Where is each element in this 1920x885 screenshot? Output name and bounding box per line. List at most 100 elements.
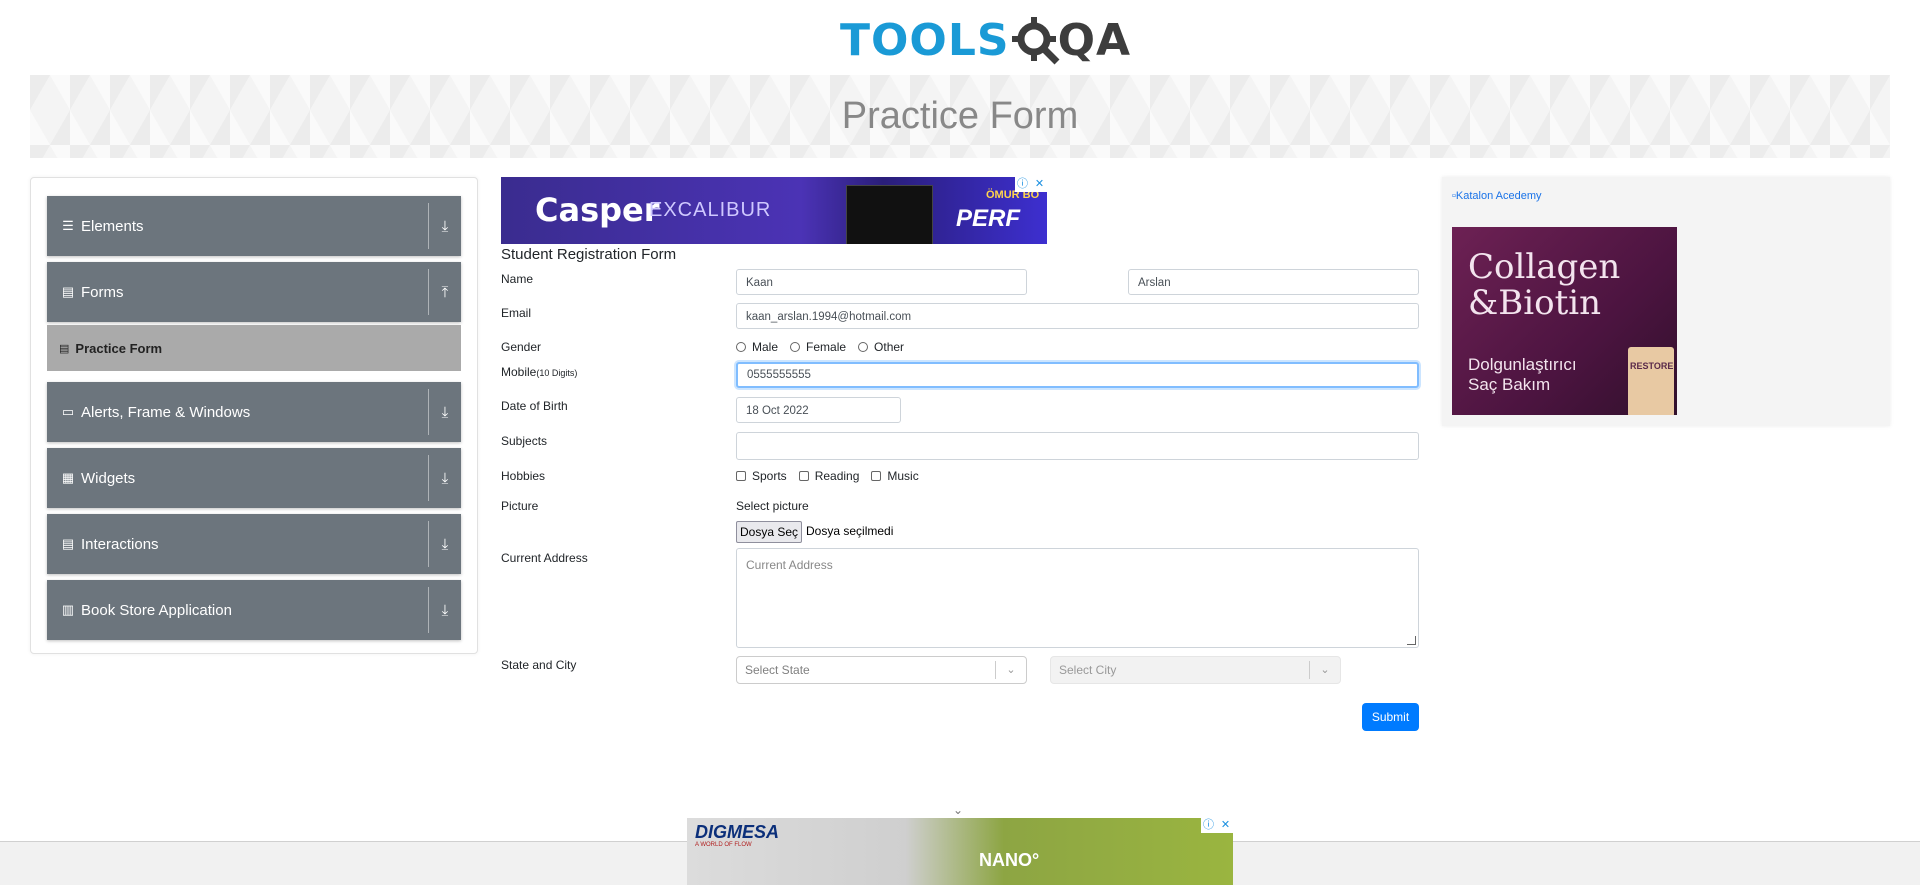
ad-banner-top[interactable]: Casper EXCALIBUR ÖMUR BO PERF ⓘ ✕	[501, 177, 1047, 244]
ad-controls: ⓘ ✕	[1201, 818, 1233, 833]
gender-female-radio[interactable]: Female	[790, 340, 846, 354]
collagen-ad[interactable]: Collagen &Biotin Dolgunlaştırıcı Saç Bakım…	[1452, 227, 1677, 415]
city-placeholder: Select City	[1059, 663, 1117, 677]
first-name-input[interactable]: Kaan	[736, 269, 1027, 295]
ad-subtext: Dolgunlaştırıcı Saç Bakım	[1468, 355, 1577, 395]
close-icon[interactable]: ✕	[1032, 177, 1047, 192]
ad-product-image	[846, 185, 933, 244]
checkbox-box[interactable]	[736, 471, 746, 481]
ad-perf-text: PERF	[956, 205, 1021, 232]
subjects-input[interactable]	[736, 432, 1419, 460]
hobby-reading-checkbox[interactable]: Reading	[798, 469, 860, 483]
sidebar-group-widgets[interactable]: ▦ Widgets ⤓	[47, 448, 461, 508]
hobby-sports-checkbox[interactable]: Sports	[736, 469, 787, 483]
sidebar-group-elements[interactable]: ☰ Elements ⤓	[47, 196, 461, 256]
checkbox-box[interactable]	[798, 471, 809, 481]
file-choose-button[interactable]: Dosya Seç	[736, 521, 802, 543]
grid-icon: ▦	[61, 470, 75, 485]
address-placeholder: Current Address	[746, 558, 833, 572]
sidebar: ☰ Elements ⤓ ▤ Forms ⤒ ▤ Practice Form ▭…	[30, 177, 478, 654]
info-icon[interactable]: ⓘ	[1201, 818, 1216, 833]
gender-male-radio[interactable]: Male	[736, 340, 778, 354]
sidebar-group-forms[interactable]: ▤ Forms ⤒	[47, 262, 461, 322]
chevron-down-icon[interactable]: ⌄	[995, 661, 1026, 679]
info-icon[interactable]: ⓘ	[1015, 177, 1030, 192]
select-picture-label: Select picture	[736, 499, 809, 513]
radio-circle[interactable]	[790, 342, 801, 352]
product-label: RESTORE	[1630, 361, 1674, 371]
ad-banner-bottom[interactable]: DIGMESA A WORLD OF FLOW NANO° ⓘ ✕	[687, 818, 1233, 885]
ad-subbrand: EXCALIBUR	[649, 199, 772, 221]
file-status-text: Dosya seçilmedi	[806, 524, 894, 538]
date-of-birth-input[interactable]: 18 Oct 2022	[736, 397, 901, 423]
sidebar-group-alerts[interactable]: ▭ Alerts, Frame & Windows ⤓	[47, 382, 461, 442]
current-address-textarea[interactable]: Current Address	[736, 548, 1419, 648]
page-banner: Practice Form	[30, 75, 1890, 158]
email-label: Email	[501, 306, 532, 320]
sidebar-item-label: Practice Form	[75, 340, 163, 356]
down-arrow-icon: ⤓	[441, 469, 449, 487]
mobile-label-text: Mobile	[501, 365, 537, 379]
close-icon[interactable]: ✕	[1218, 818, 1233, 833]
mobile-hint: (10 Digits)	[536, 368, 578, 378]
ad-headline-line2: &Biotin	[1468, 283, 1602, 323]
ad-product-name: NANO°	[979, 850, 1040, 870]
subjects-label: Subjects	[501, 434, 548, 448]
sidebar-group-book-store[interactable]: ▥ Book Store Application ⤓	[47, 580, 461, 640]
state-city-label: State and City	[501, 658, 577, 672]
katalon-ad-link[interactable]: ▫Katalon Acedemy	[1452, 190, 1542, 202]
sidebar-item-practice-form[interactable]: ▤ Practice Form	[47, 325, 461, 371]
toolsqa-logo[interactable]: TOOLS QA	[840, 10, 1131, 70]
ad-subtext-line1: Dolgunlaştırıcı	[1468, 355, 1577, 374]
state-select[interactable]: Select State ⌄	[736, 656, 1027, 684]
checkbox-box[interactable]	[871, 471, 882, 481]
last-name-input[interactable]: Arslan	[1128, 269, 1419, 295]
down-arrow-icon: ⤓	[441, 535, 449, 553]
gender-label: Gender	[501, 340, 542, 354]
mobile-input[interactable]: 0555555555	[736, 362, 1419, 388]
hamburger-icon: ☰	[62, 218, 74, 233]
ad-headline-line1: Collagen	[1468, 247, 1621, 287]
gender-other-radio[interactable]: Other	[858, 340, 904, 354]
checkbox-label: Sports	[752, 469, 787, 483]
ad-subtext-line2: Saç Bakım	[1468, 375, 1551, 394]
submit-button[interactable]: Submit	[1362, 703, 1419, 731]
checkbox-label: Music	[887, 469, 919, 483]
ad-brand: DIGMESA	[695, 822, 780, 842]
mobile-label: Mobile(10 Digits)	[501, 365, 577, 379]
katalon-alt-text: Katalon Acedemy	[1455, 190, 1542, 202]
radio-circle[interactable]	[858, 342, 869, 352]
address-label: Current Address	[501, 551, 588, 565]
picture-label: Picture	[501, 499, 539, 513]
form-title: Student Registration Form	[501, 246, 677, 263]
down-arrow-icon: ⤓	[441, 403, 449, 421]
window-icon: ▭	[61, 404, 75, 419]
hobbies-checkbox-group: Sports Reading Music	[736, 469, 931, 483]
dob-label: Date of Birth	[501, 399, 568, 413]
resize-handle-icon[interactable]	[1407, 636, 1416, 645]
checkbox-label: Reading	[814, 469, 860, 483]
ad-controls: ⓘ ✕	[1015, 177, 1047, 192]
hobby-music-checkbox[interactable]: Music	[871, 469, 919, 483]
right-ad-panel: ▫Katalon Acedemy Collagen &Biotin Dolgunl…	[1442, 177, 1890, 426]
chevron-down-icon[interactable]: ⌄	[953, 803, 963, 817]
sidebar-group-label: Forms	[81, 283, 124, 301]
chevron-down-icon: ⌄	[1309, 661, 1340, 679]
email-input[interactable]: kaan_arslan.1994@hotmail.com	[736, 303, 1419, 329]
gender-radio-group: Male Female Other	[736, 340, 916, 354]
radio-circle[interactable]	[736, 342, 746, 352]
gear-icon	[1011, 17, 1060, 65]
ad-brand: Casper	[535, 191, 660, 229]
hobbies-label: Hobbies	[501, 469, 546, 483]
sidebar-group-interactions[interactable]: ▤ Interactions ⤓	[47, 514, 461, 574]
list-icon: ▤	[61, 536, 75, 551]
product-bottle-image: RESTORE	[1628, 347, 1674, 415]
sidebar-group-label: Interactions	[81, 535, 159, 553]
books-icon: ▥	[61, 602, 75, 617]
radio-label: Male	[752, 340, 779, 354]
radio-label: Other	[874, 340, 905, 354]
down-arrow-icon: ⤓	[441, 601, 449, 619]
up-arrow-icon: ⤒	[441, 283, 449, 301]
ad-tagline: A WORLD OF FLOW	[695, 842, 752, 848]
sidebar-group-label: Book Store Application	[81, 601, 232, 619]
